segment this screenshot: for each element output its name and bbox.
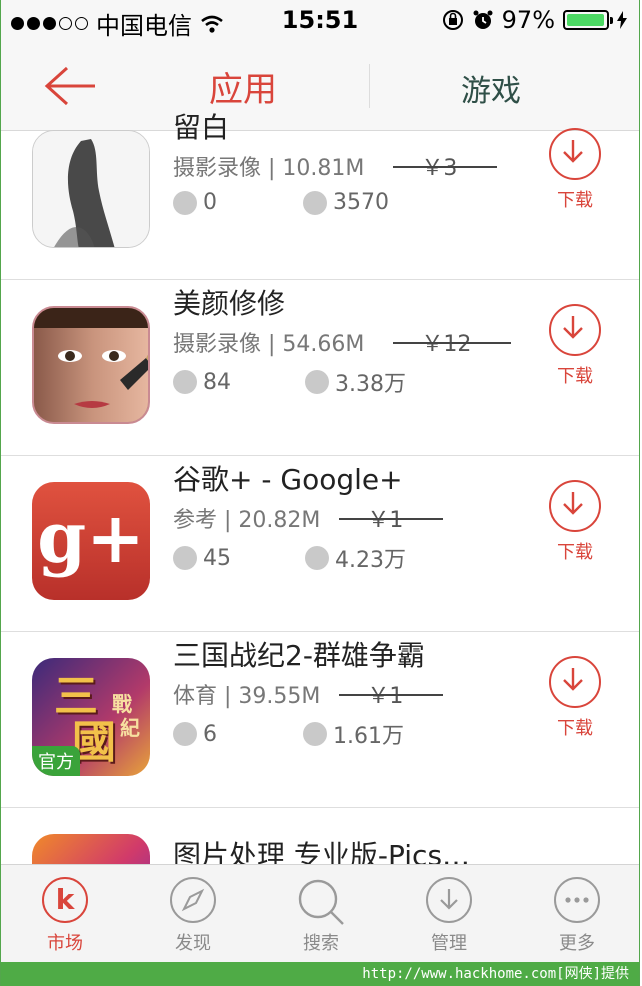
download-button[interactable]: 下载 <box>549 128 601 212</box>
battery-icon <box>563 10 613 30</box>
app-name: 三国战纪2-群雄争霸 <box>173 639 425 672</box>
charging-icon <box>617 11 627 29</box>
likes: 0 <box>173 190 217 215</box>
download-label: 下载 <box>557 190 593 211</box>
price-strikethrough: ￥3 <box>393 150 498 182</box>
category-size: 摄影录像 | 54.66M <box>173 332 365 357</box>
list-item[interactable]: 三 國 戰 紀 官方 三国战纪2-群雄争霸 体育 | 39.55M ￥1 6 1… <box>1 632 639 808</box>
app-icon: g+ <box>32 482 150 600</box>
app-stats: 6 1.61万 <box>173 718 460 750</box>
download-label: 下载 <box>557 542 593 563</box>
like-count: 6 <box>203 721 217 747</box>
download-count: 1.61万 <box>333 724 404 749</box>
app-stats: 84 3.38万 <box>173 366 462 398</box>
status-bar: 中国电信 15:51 97% <box>1 0 639 42</box>
official-badge: 官方 <box>32 746 80 776</box>
downloads: 4.23万 <box>305 542 406 574</box>
download-count-icon <box>303 190 327 215</box>
list-item[interactable]: 留白 摄影录像 | 10.81M ￥3 0 3570 下载 <box>1 104 639 280</box>
download-count-icon <box>303 722 327 746</box>
ink-figure-icon <box>33 131 149 247</box>
app-icon <box>32 306 150 424</box>
downloads: 3.38万 <box>305 366 406 398</box>
app-meta: 摄影录像 | 10.81M ￥3 <box>173 150 498 182</box>
app-meta: 体育 | 39.55M ￥1 <box>173 678 444 710</box>
alarm-icon <box>473 10 493 29</box>
download-count-icon <box>305 546 329 570</box>
back-arrow-icon[interactable] <box>41 64 101 108</box>
footer-watermark: http://www.hackhome.com[网侠]提供 <box>1 962 639 986</box>
likes: 6 <box>173 722 217 747</box>
download-count: 4.23万 <box>335 548 406 573</box>
download-label: 下载 <box>557 366 593 387</box>
market-k-icon: k <box>42 877 88 923</box>
category-size: 体育 | 39.55M <box>173 684 321 709</box>
app-name: 美颜修修 <box>173 287 286 320</box>
thumbs-up-icon <box>173 370 197 394</box>
like-count: 0 <box>203 190 217 215</box>
download-arrow-icon <box>549 304 601 356</box>
nav-divider <box>369 64 370 108</box>
status-right: 97% <box>442 6 627 34</box>
download-button[interactable]: 下载 <box>549 304 601 388</box>
download-arrow-icon <box>549 656 601 708</box>
app-icon <box>32 130 150 248</box>
likes: 45 <box>173 546 231 571</box>
face-photo-icon <box>34 308 148 422</box>
app-stats: 0 3570 <box>173 190 445 215</box>
price-strikethrough: ￥12 <box>393 326 512 358</box>
download-button[interactable]: 下载 <box>549 656 601 740</box>
thumbs-up-icon <box>173 722 197 746</box>
bottom-tab-bar: k 市场 发现 搜索 管理 更多 <box>1 864 639 963</box>
search-icon <box>298 879 344 925</box>
tab-label: 搜索 <box>303 933 339 954</box>
app-name: 谷歌+ - Google+ <box>173 463 403 496</box>
more-dots-icon <box>554 877 600 923</box>
list-item[interactable]: g+ 谷歌+ - Google+ 参考 | 20.82M ￥1 45 4.23万 <box>1 456 639 632</box>
download-manage-icon <box>426 877 472 923</box>
downloads: 1.61万 <box>303 718 404 750</box>
tab-label: 市场 <box>47 933 83 954</box>
price-strikethrough: ￥1 <box>339 502 444 534</box>
tab-search[interactable]: 搜索 <box>271 877 371 955</box>
tab-manage[interactable]: 管理 <box>399 877 499 955</box>
like-count: 45 <box>203 545 231 571</box>
compass-icon <box>170 877 216 923</box>
battery-percent: 97% <box>501 6 555 34</box>
thumbs-up-icon <box>173 190 197 215</box>
rotation-lock-icon <box>442 10 463 30</box>
tab-label: 发现 <box>175 933 211 954</box>
like-count: 84 <box>203 369 231 395</box>
app-name: 留白 <box>173 111 230 144</box>
download-arrow-icon <box>549 128 601 180</box>
thumbs-up-icon <box>173 546 197 570</box>
game-title-art: 紀 <box>120 716 140 740</box>
likes: 84 <box>173 370 231 395</box>
list-item[interactable]: 美颜修修 摄影录像 | 54.66M ￥12 84 3.38万 下载 <box>1 280 639 456</box>
tab-market[interactable]: k 市场 <box>15 877 115 955</box>
app-frame: 中国电信 15:51 97% 应用 游戏 留白 摄影录像 | 10.81M ￥3… <box>0 0 640 986</box>
app-icon: 三 國 戰 紀 官方 <box>32 658 150 776</box>
price-strikethrough: ￥1 <box>339 678 444 710</box>
tab-label: 更多 <box>559 933 595 954</box>
tab-more[interactable]: 更多 <box>527 877 627 955</box>
download-count: 3570 <box>333 190 389 215</box>
download-count-icon <box>305 370 329 394</box>
download-arrow-icon <box>549 480 601 532</box>
category-size: 参考 | 20.82M <box>173 508 321 533</box>
download-label: 下载 <box>557 718 593 739</box>
app-meta: 摄影录像 | 54.66M ￥12 <box>173 326 512 358</box>
tab-discover[interactable]: 发现 <box>143 877 243 955</box>
download-count: 3.38万 <box>335 372 406 397</box>
category-size: 摄影录像 | 10.81M <box>173 156 365 181</box>
google-plus-logo: g+ <box>37 496 145 579</box>
app-meta: 参考 | 20.82M ￥1 <box>173 502 444 534</box>
app-stats: 45 4.23万 <box>173 542 462 574</box>
downloads: 3570 <box>303 190 389 215</box>
download-button[interactable]: 下载 <box>549 480 601 564</box>
tab-label: 管理 <box>431 933 467 954</box>
